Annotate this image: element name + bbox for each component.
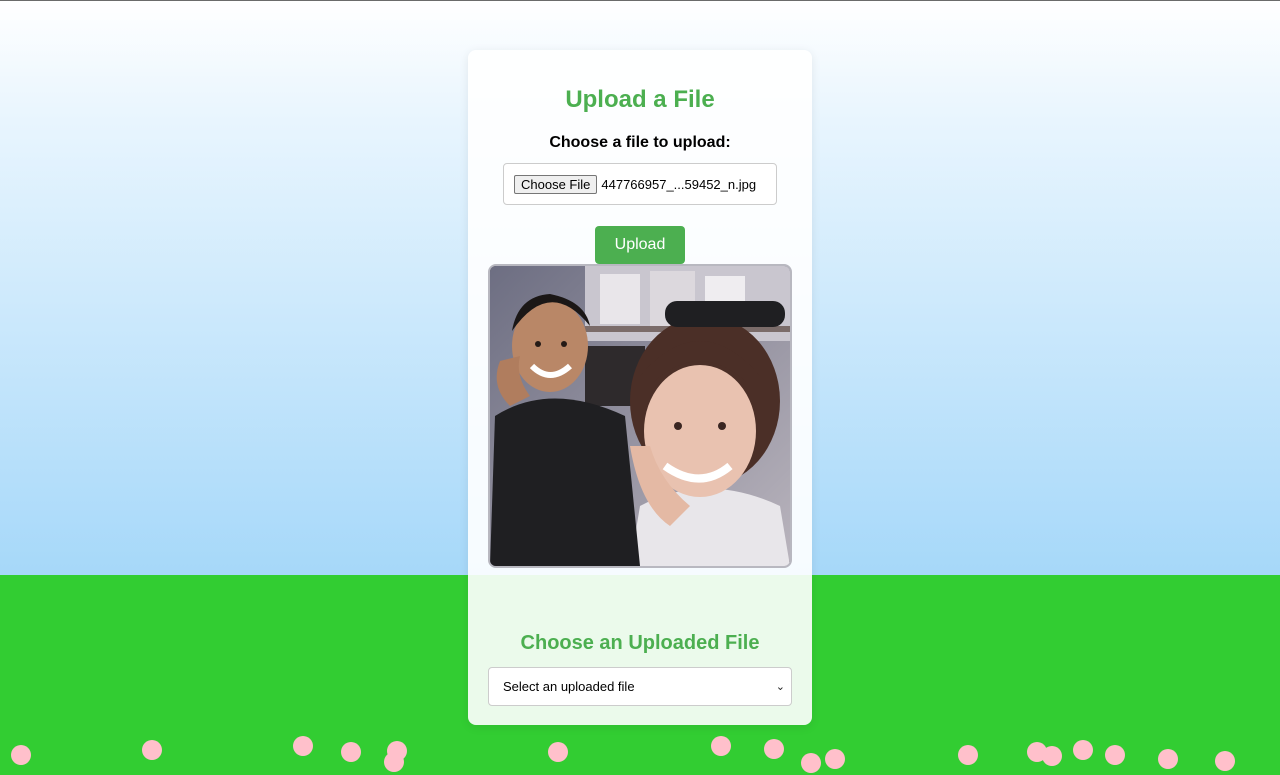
page-background: Upload a File Choose a file to upload: C… [0, 0, 1280, 775]
flower-decoration [548, 742, 568, 762]
flower-decoration [711, 736, 731, 756]
choose-file-button[interactable]: Choose File [514, 174, 598, 194]
file-label: Choose a file to upload: [549, 134, 731, 151]
chevron-down-icon: ⌄ [775, 681, 785, 693]
flower-decoration [384, 752, 404, 772]
flower-decoration [1158, 749, 1178, 769]
flower-decoration [1042, 746, 1062, 766]
flower-decoration [293, 736, 313, 756]
flower-decoration [341, 742, 361, 762]
upload-title: Upload a File [565, 86, 715, 113]
photo-preview-icon [490, 266, 790, 566]
flower-decoration [142, 740, 162, 760]
flower-decoration [958, 745, 978, 765]
flower-decoration [1105, 745, 1125, 765]
uploaded-files-title: Choose an Uploaded File [520, 632, 760, 654]
flower-decoration [1073, 740, 1093, 760]
image-preview [488, 264, 792, 568]
flower-decoration [825, 749, 845, 769]
upload-button[interactable]: Upload [595, 226, 685, 264]
uploaded-file-select[interactable]: Select an uploaded file ⌄ [488, 667, 792, 706]
flower-decoration [764, 739, 784, 759]
flower-decoration [801, 753, 821, 773]
select-value: Select an uploaded file [503, 679, 635, 694]
flower-decoration [11, 745, 31, 765]
flower-decoration [1215, 751, 1235, 771]
selected-file-name: 447766957_...59452_n.jpg [601, 176, 757, 192]
file-input[interactable]: Choose File 447766957_...59452_n.jpg [503, 163, 777, 205]
upload-card: Upload a File Choose a file to upload: C… [468, 50, 812, 725]
